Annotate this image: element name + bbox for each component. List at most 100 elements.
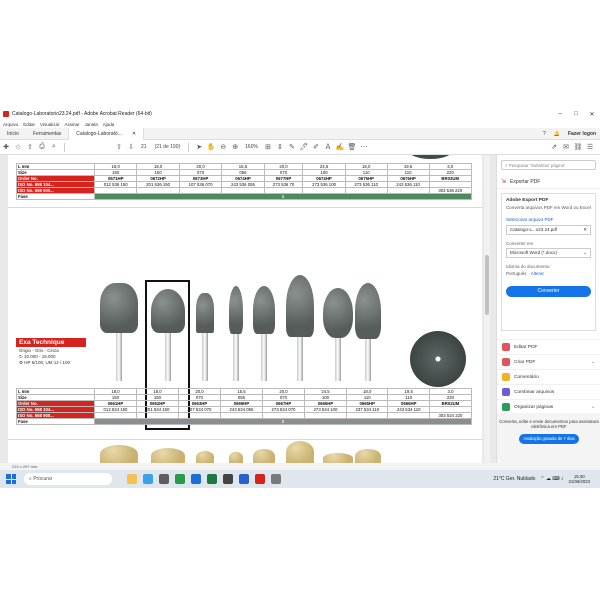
tab-tools[interactable]: Ferramentas (26, 128, 68, 140)
tool-organize-pages[interactable]: Organizar páginas ⌄ (497, 399, 600, 414)
close-button[interactable]: ✕ (584, 111, 600, 118)
clock[interactable]: 15:40 21/06/2023 (568, 474, 595, 484)
menu-janela[interactable]: Janela (84, 122, 97, 127)
link-icon[interactable]: ⛓ (572, 141, 584, 153)
scroll-mode-icon[interactable]: ⇕ (274, 141, 286, 153)
help-icon[interactable]: ? (543, 131, 546, 137)
page-dimensions: 210 x 297 mm (12, 464, 38, 469)
vertical-scrollbar[interactable] (484, 155, 490, 463)
store-icon[interactable] (159, 474, 169, 484)
tray-icons[interactable]: ⌃ ☁ ⌨ ♪ (540, 476, 563, 482)
outlook-icon[interactable] (191, 474, 201, 484)
menu-ajuda[interactable]: Ajuda (103, 122, 115, 127)
export-pdf-header[interactable]: ⇲ Exportar PDF (497, 175, 600, 189)
print-icon[interactable]: ⎙ (36, 141, 48, 153)
bur-shank (365, 337, 371, 381)
bur-head (100, 283, 138, 333)
app-icon[interactable] (223, 474, 233, 484)
promo-text: Converta, edite e envie documentos para … (499, 419, 599, 429)
edit-pdf-icon (502, 343, 510, 351)
change-language-link[interactable]: Alterar (531, 271, 544, 276)
product-table-phase-2: L mm 18,0 18,0 20,0 15,5 20,0 24,5 18,0 19,5 3,0 … (16, 388, 473, 425)
table-row: Fase 1 (16, 193, 472, 200)
brand-colors: Grigio - Gris - Cinza (19, 348, 59, 353)
tool-create-pdf[interactable]: Criar PDF ⌄ (497, 354, 600, 369)
convert-format-select[interactable]: Microsoft Word (*.docx) ⌄ (506, 247, 591, 258)
zoom-select[interactable]: 160% (245, 144, 258, 150)
acrobat-taskbar-icon[interactable] (255, 474, 265, 484)
tool-comment[interactable]: Comentário (497, 369, 600, 384)
folder-icon[interactable] (127, 474, 137, 484)
minimize-button[interactable]: – (552, 111, 568, 118)
text-icon[interactable]: Ａ (322, 141, 334, 153)
menu-editar[interactable]: Editar (23, 122, 35, 127)
status-bar: 210 x 297 mm (0, 463, 600, 470)
bur-shank (202, 331, 208, 381)
tool-edit-pdf[interactable]: Editar PDF (497, 339, 600, 354)
chrome-icon[interactable] (175, 474, 185, 484)
bur-head-beige (196, 451, 214, 463)
bell-icon[interactable]: 🔔 (554, 131, 560, 137)
mail-icon[interactable]: ✉ (560, 141, 572, 153)
page-up-icon[interactable]: ⇧ (113, 141, 125, 153)
bur-head (355, 283, 381, 339)
close-tab-icon[interactable]: ✕ (132, 131, 136, 137)
promo-box: Converta, edite e envie documentos para … (497, 413, 600, 463)
excel-icon[interactable] (207, 474, 217, 484)
fit-page-icon[interactable]: ⊞ (262, 141, 274, 153)
comment-icon (502, 373, 510, 381)
window-title: Catalogo-Laboratorio23.24.pdf - Adobe Ac… (12, 111, 152, 117)
tool-combine-files[interactable]: Combinar arquivos (497, 384, 600, 399)
menu-assinar[interactable]: Assinar (64, 122, 79, 127)
highlight-icon[interactable]: 🖊 (298, 141, 310, 153)
star-icon[interactable]: ☆ (12, 141, 24, 153)
select-cursor-icon[interactable]: ➤ (193, 141, 205, 153)
zoom-out-icon[interactable]: ⊖ (217, 141, 229, 153)
create-icon[interactable]: ✚ (0, 141, 12, 153)
maximize-button[interactable]: □ (568, 111, 584, 118)
convert-to-label: Converter em (506, 240, 534, 246)
remove-file-icon[interactable]: ✕ (583, 227, 587, 233)
draw-icon[interactable]: ✐ (310, 141, 322, 153)
tab-home[interactable]: Início (0, 128, 26, 140)
bur-head-beige (286, 441, 314, 463)
right-panel: ⌕ Pesquisar 'Substituir página' ⇲ Export… (496, 155, 600, 463)
edge-icon[interactable] (143, 474, 153, 484)
zoom-search-icon[interactable]: ⌕ (48, 141, 60, 153)
zoom-in-icon[interactable]: ⊕ (229, 141, 241, 153)
taskbar-apps (124, 474, 284, 484)
free-trial-button[interactable]: Avaliação gratuita de 7 dias (519, 434, 579, 444)
scrollbar-thumb[interactable] (485, 255, 489, 315)
convert-button[interactable]: Converter (506, 286, 591, 298)
select-file-link[interactable]: Selecionar arquivo PDF (506, 217, 591, 222)
weather-info[interactable]: 21°C Ger. Nublado (493, 476, 535, 482)
document-area[interactable]: L mm 18,0 18,0 20,0 15,5 20,0 24,5 18,0 19,5 3,0 … (0, 155, 490, 463)
page-number-input[interactable]: 21 (141, 144, 147, 150)
login-button[interactable]: Fazer logon (568, 131, 596, 137)
hand-icon[interactable]: ✋ (205, 141, 217, 153)
language-row: Português Alterar (506, 270, 545, 276)
tab-document[interactable]: Catalogo-Laborató... ✕ (68, 127, 145, 140)
bur-head-beige (100, 445, 138, 463)
windows-start-icon[interactable] (6, 474, 16, 484)
export-pdf-icon: ⇲ (501, 179, 507, 185)
delete-icon[interactable]: 🗑 (346, 141, 358, 153)
tool-search-input[interactable]: ⌕ Pesquisar 'Substituir página' (501, 160, 596, 170)
taskbar: ⌕ Procurar 21°C Ger. Nublado ⌃ ☁ ⌨ ♪ 15:… (0, 470, 600, 488)
toolbar-divider (64, 142, 65, 152)
more-icon[interactable]: ⋯ (358, 141, 370, 153)
product-table-phase-1: L mm 18,0 18,0 20,0 15,5 20,0 24,5 18,0 19,5 3,0 … (16, 163, 473, 200)
comment-icon[interactable]: ✎ (286, 141, 298, 153)
share-icon[interactable]: ⇗ (548, 141, 560, 153)
menu-arquivo[interactable]: Arquivo (3, 122, 18, 127)
tab-bar: Início Ferramentas Catalogo-Laborató... … (0, 127, 600, 140)
taskbar-search[interactable]: ⌕ Procurar (24, 473, 112, 485)
upload-icon[interactable]: ⇪ (24, 141, 36, 153)
acrobat-icon (3, 111, 9, 117)
sign-icon[interactable]: ✍ (334, 141, 346, 153)
panel-toggle-icon[interactable]: ☰ (584, 141, 596, 153)
menu-visualizar[interactable]: Visualizar (40, 122, 59, 127)
word-icon[interactable] (239, 474, 249, 484)
page-down-icon[interactable]: ⇩ (125, 141, 137, 153)
app-icon[interactable] (271, 474, 281, 484)
